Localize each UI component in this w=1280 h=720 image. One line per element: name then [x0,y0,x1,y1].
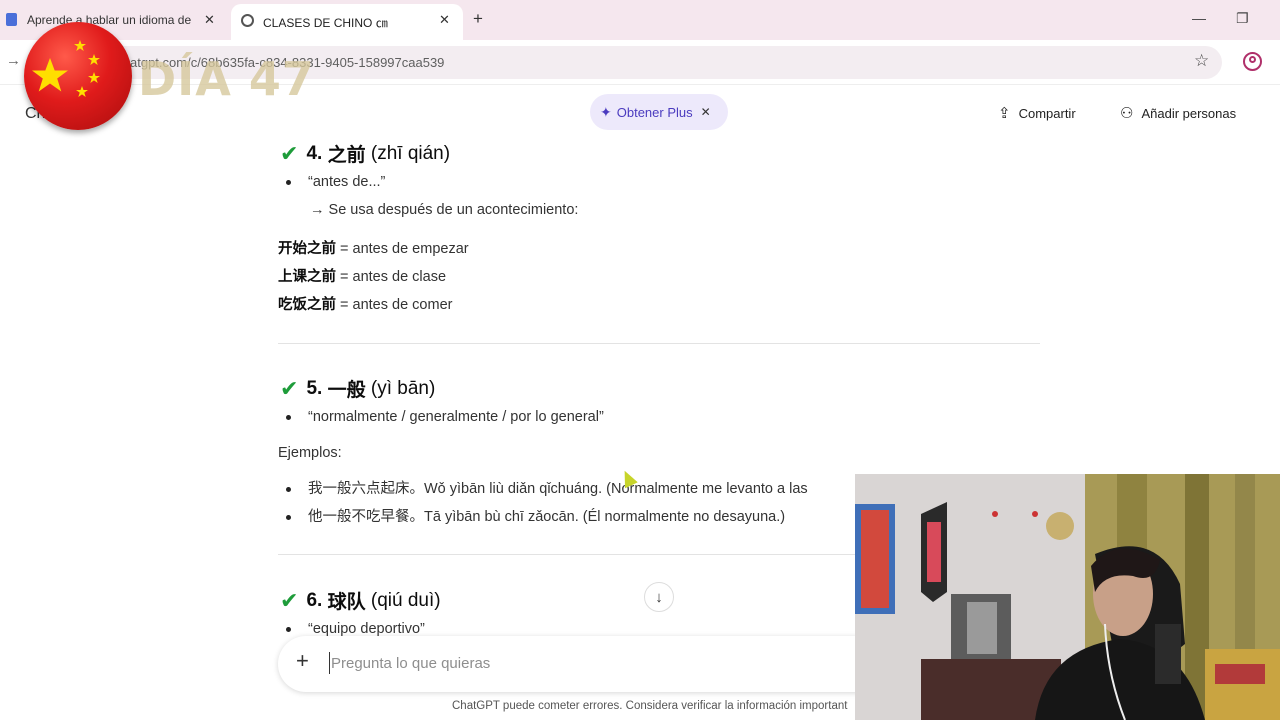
list-item: “normalmente / generalmente / por lo gen… [286,409,604,425]
list-item: “equipo deportivo” [286,621,425,637]
tab-close-icon[interactable]: ✕ [204,12,215,28]
bullet-icon [286,514,291,520]
divider [278,343,1040,344]
section-heading: ✔ 6. 球队 (qiú duì) [280,587,441,614]
list-item: 他一般不吃早餐。Tā yìbān bù chī zǎocān. (Él norm… [286,505,785,526]
get-plus-button[interactable]: ✦ Obtener Plus ✕ [590,94,728,130]
browser-tab-strip: Aprende a hablar un idioma de ✕ CLASES D… [0,0,1280,40]
get-plus-label: Obtener Plus [616,104,693,120]
scroll-down-icon: ↓ [655,588,663,606]
share-label: Compartir [1018,105,1076,121]
china-flag-logo [24,22,132,130]
tab-close-icon[interactable]: ✕ [439,12,450,28]
bullet-icon [286,486,291,492]
bullet-icon [286,626,291,632]
examples-label: Ejemplos: [278,445,342,461]
example-line: 上课之前 = antes de clase [278,269,447,285]
webcam-picture [855,474,1280,720]
usage-note: → Se usa después de un acontecimiento: [310,202,579,218]
section-heading: ✔ 5. 一般 (yì bān) [280,375,436,402]
share-icon: ⇪ [998,105,1011,122]
section-heading: ✔ 4. 之前 (zhī qián) [280,140,451,167]
bullet-icon [286,414,291,420]
bookmark-star-icon[interactable]: ☆ [1194,51,1209,71]
list-item: 我一般六点起床。Wǒ yìbān liù diǎn qǐchuáng. (Nor… [286,477,808,498]
minimize-icon[interactable]: — [1192,10,1206,26]
composer-input[interactable]: Pregunta lo que quieras [331,655,490,672]
forward-arrow-icon[interactable]: → [6,52,21,69]
webcam-overlay [855,474,1280,720]
example-line: 开始之前 = antes de empezar [278,241,469,257]
plus-icon[interactable]: + [296,648,309,674]
day-counter-overlay: DÍA 47 [138,52,315,106]
example-line: 吃饭之前 = antes de comer [278,297,453,313]
tab-clases-de-chino[interactable]: CLASES DE CHINO ㎝ ✕ [231,4,463,40]
share-button[interactable]: ⇪ Compartir [998,104,1076,122]
sparkle-icon: ✦ [600,103,612,120]
check-icon: ✔ [280,587,299,613]
add-people-button[interactable]: ⚇ Añadir personas [1120,104,1236,122]
check-icon: ✔ [280,375,299,401]
check-icon: ✔ [280,140,299,166]
docs-favicon-icon [6,13,17,26]
disclaimer-text: ChatGPT puede cometer errores. Considera… [452,700,848,712]
new-tab-button[interactable]: + [473,9,483,29]
profile-icon[interactable] [1243,52,1262,71]
tab-title: CLASES DE CHINO ㎝ [263,16,388,30]
chatgpt-favicon-icon [241,14,254,27]
restore-icon[interactable]: ❐ [1236,10,1249,27]
add-person-icon: ⚇ [1120,105,1134,122]
flag-stars-icon [32,40,100,97]
scroll-down-button[interactable]: ↓ [644,582,674,612]
dismiss-plus-icon[interactable]: ✕ [701,105,711,119]
screen: Aprende a hablar un idioma de ✕ CLASES D… [0,0,1280,720]
text-caret [329,652,330,674]
bullet-icon [286,179,291,185]
add-people-label: Añadir personas [1141,105,1237,121]
list-item: “antes de...” [286,174,385,190]
